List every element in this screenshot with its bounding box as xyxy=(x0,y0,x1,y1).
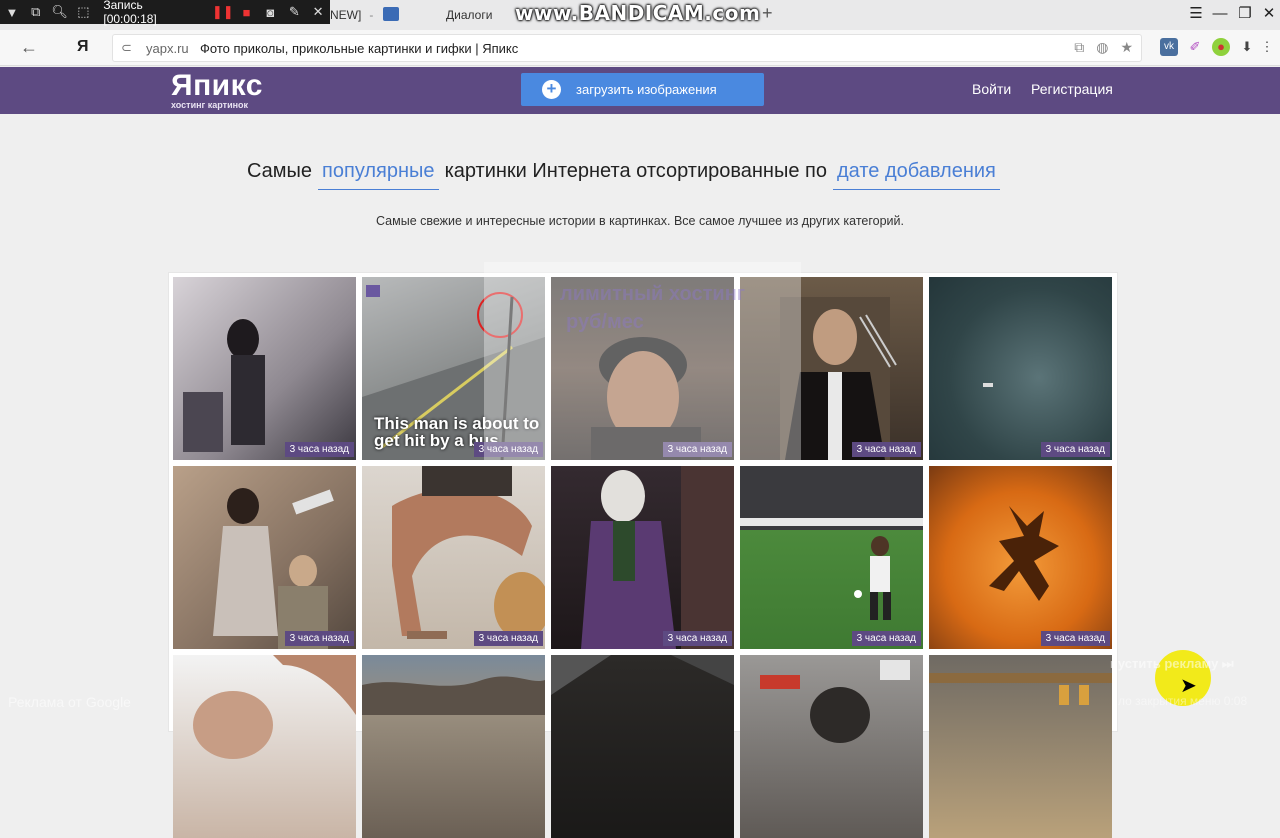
google-ad-label: Реклама от Google xyxy=(8,694,131,710)
page-headline: Самые популярные картинки Интернета отсорт… xyxy=(247,160,1006,196)
translate-icon[interactable]: ⧉ xyxy=(1074,39,1084,56)
image-pumpkin[interactable]: 3 часа назад xyxy=(929,466,1112,649)
time-badge: 3 часа назад xyxy=(851,442,921,457)
tab-label: NEW] xyxy=(330,8,362,22)
image-rocky-river[interactable] xyxy=(362,655,545,838)
site-header: Япикс хостинг картинок + загрузить изобр… xyxy=(0,67,1280,114)
extension-icon[interactable]: ● xyxy=(1212,38,1230,56)
image-yoga-cat[interactable]: 3 часа назад xyxy=(362,466,545,649)
image-dark-fence[interactable] xyxy=(551,655,734,838)
popular-filter-dropdown[interactable]: популярные xyxy=(318,160,439,190)
dropdown-icon[interactable]: ▼ xyxy=(0,5,24,20)
image-woman-kids[interactable]: 3 часа назад xyxy=(173,466,356,649)
camera-icon[interactable]: ◙ xyxy=(259,5,283,20)
url-page-title: Фото приколы, прикольные картинки и гифк… xyxy=(200,41,519,56)
mouse-cursor-icon: ➤ xyxy=(1180,675,1197,697)
connection-icon[interactable]: ⊂ xyxy=(121,40,132,56)
image-football[interactable]: 3 часа назад xyxy=(740,466,923,649)
headline-text: картинки Интернета отсортированные по xyxy=(444,160,827,182)
search-icon[interactable]: 🔍︎ xyxy=(48,4,72,20)
browser-menu-icon[interactable]: ⋮ xyxy=(1258,38,1276,56)
plus-icon: + xyxy=(542,80,561,99)
recording-time: Запись [00:00:18] xyxy=(103,0,157,26)
image-joker[interactable]: 3 часа назад xyxy=(551,466,734,649)
upload-label: загрузить изображения xyxy=(576,82,717,97)
new-tab-button[interactable]: + xyxy=(762,3,773,24)
protect-icon[interactable]: ◍ xyxy=(1096,39,1108,56)
close-icon[interactable]: ✕ xyxy=(306,4,330,20)
image-haircut[interactable] xyxy=(173,655,356,838)
select-area-icon[interactable]: ⬚ xyxy=(72,4,96,20)
register-link[interactable]: Регистрация xyxy=(1031,81,1113,97)
vk-extension-icon[interactable]: vk xyxy=(1160,38,1178,56)
time-badge: 3 часа назад xyxy=(473,631,543,646)
address-bar-area: ← Я ⊂ yapx.ru Фото приколы, прикольные к… xyxy=(0,30,1280,66)
bookmark-star-icon[interactable]: ★ xyxy=(1120,39,1133,56)
login-link[interactable]: Войти xyxy=(972,81,1011,97)
window-close-icon[interactable]: ✕ xyxy=(1257,4,1280,24)
time-badge: 3 часа назад xyxy=(284,442,354,457)
pencil-icon[interactable]: ✎ xyxy=(282,4,306,20)
time-badge: 3 часа назад xyxy=(284,631,354,646)
ad-overlay-text: лимитный хостинг руб/мес xyxy=(560,280,745,336)
time-badge: 3 часа назад xyxy=(1040,631,1110,646)
time-badge: 3 часа назад xyxy=(662,631,732,646)
pause-icon[interactable]: ❚❚ xyxy=(211,4,235,20)
address-input[interactable]: ⊂ yapx.ru Фото приколы, прикольные карти… xyxy=(112,34,1142,62)
time-badge: 3 часа назад xyxy=(1040,442,1110,457)
ad-overlay-line: руб/мес xyxy=(566,311,644,333)
photo xyxy=(989,506,1059,601)
tab-dialogs[interactable]: Диалоги xyxy=(446,4,492,26)
windows-icon[interactable]: ⧉ xyxy=(24,4,48,20)
restore-icon[interactable]: ❐ xyxy=(1233,4,1257,24)
headline-text: Самые xyxy=(247,160,313,182)
image-subway-man[interactable] xyxy=(740,655,923,838)
messages-icon xyxy=(383,7,399,21)
page-subtitle: Самые свежие и интересные истории в карт… xyxy=(376,214,904,228)
photo xyxy=(760,660,910,743)
photo xyxy=(392,466,545,640)
browser-title-bar: ▼ ⧉ 🔍︎ ⬚ Запись [00:00:18] ❚❚ ■ ◙ ✎ ✕ NE… xyxy=(0,0,1280,30)
photo xyxy=(193,655,356,759)
photo xyxy=(983,383,993,387)
photo xyxy=(213,488,334,649)
minimize-icon[interactable]: — xyxy=(1208,4,1232,24)
tab-label: Диалоги xyxy=(446,8,493,22)
photo xyxy=(183,317,265,452)
photo xyxy=(929,673,1112,705)
pen-extension-icon[interactable]: ✐ xyxy=(1186,38,1204,56)
stop-icon[interactable]: ■ xyxy=(235,5,259,20)
yandex-logo[interactable]: Я xyxy=(77,38,89,56)
photo xyxy=(551,655,734,695)
photo xyxy=(362,676,545,715)
recorder-toolbar: ▼ ⧉ 🔍︎ ⬚ Запись [00:00:18] ❚❚ ■ ◙ ✎ ✕ xyxy=(0,0,330,26)
site-logo-subtitle: хостинг картинок xyxy=(171,100,249,110)
site-logo[interactable]: Япикс xyxy=(171,69,263,103)
image-shelf[interactable] xyxy=(929,655,1112,838)
download-icon[interactable]: ⬇ xyxy=(1238,38,1256,56)
photo xyxy=(581,466,734,649)
upload-images-button[interactable]: + загрузить изображения xyxy=(521,73,764,106)
url-domain: yapx.ru xyxy=(146,41,189,56)
image-girl-mirror[interactable]: 3 часа назад xyxy=(173,277,356,460)
skip-ad-button[interactable]: пустить рекламу ⏭ xyxy=(1110,656,1234,672)
tab-new[interactable]: NEW] - xyxy=(330,4,373,26)
sort-date-dropdown[interactable]: дате добавления xyxy=(832,160,1000,190)
image-sea-boat[interactable]: 3 часа назад xyxy=(929,277,1112,460)
bandicam-watermark: www.BANDICAM.com xyxy=(515,1,761,25)
time-badge: 3 часа назад xyxy=(851,631,921,646)
menu-icon[interactable]: ☰ xyxy=(1184,4,1208,24)
tab-separator: - xyxy=(369,8,374,22)
photo xyxy=(740,518,923,620)
back-arrow-icon[interactable]: ← xyxy=(20,37,38,58)
ad-overlay-line: лимитный хостинг xyxy=(560,283,746,305)
